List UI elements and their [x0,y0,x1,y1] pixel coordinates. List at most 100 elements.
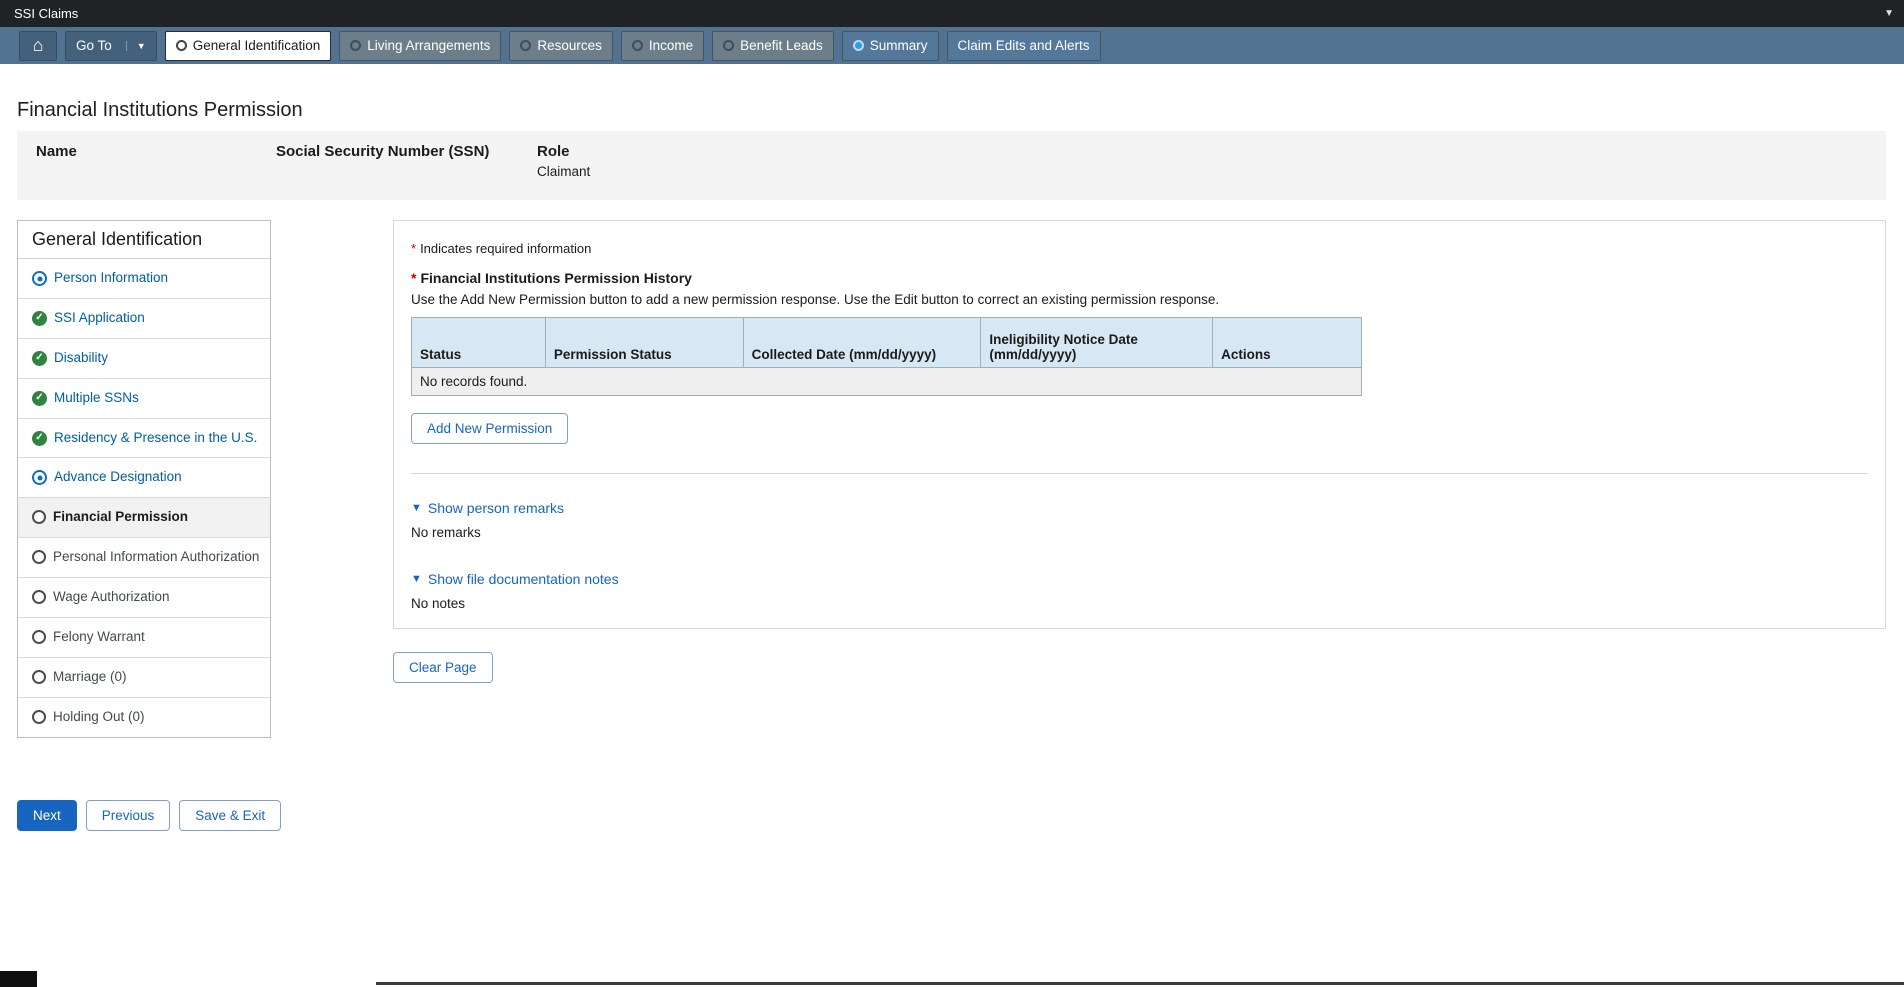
tab-claim-edits-and-alerts[interactable]: Claim Edits and Alerts [947,31,1101,61]
main-navbar: ⌂ Go To ▼ General Identification Living … [0,27,1904,64]
required-asterisk: * [411,270,416,286]
financial-permission-panel: *Indicates required information *Financi… [393,220,1886,629]
role-value: Claimant [537,164,590,179]
bottom-left-corner-block [0,971,37,987]
clear-page-button[interactable]: Clear Page [393,652,493,683]
tab-general-identification[interactable]: General Identification [165,31,332,61]
check-icon: ✓ [32,431,47,446]
sidebar-item-label: Disability [54,350,108,367]
toggle-label: Show file documentation notes [428,571,619,587]
chevron-down-icon: ▼ [411,502,422,514]
sidebar-item-label: Wage Authorization [53,589,170,606]
column-header-collected-date: Collected Date (mm/dd/yyyy) [743,318,981,368]
home-button[interactable]: ⌂ [19,31,57,61]
column-header-permission-status: Permission Status [545,318,743,368]
sidebar-item-disability[interactable]: ✓ Disability [18,339,270,379]
sidebar-item-label: Residency & Presence in the U.S. [54,430,257,447]
sidebar-item-label: Holding Out (0) [53,709,145,726]
permission-history-table: Status Permission Status Collected Date … [411,317,1362,396]
in-progress-icon [32,271,47,286]
person-remarks-content: No remarks [411,525,1868,540]
sidebar-title: General Identification [18,221,270,259]
sidebar-item-label: SSI Application [54,310,145,327]
goto-dropdown[interactable]: Go To ▼ [65,31,157,61]
sidebar-item-wage-authorization: Wage Authorization [18,578,270,618]
claimant-header-panel: Name Social Security Number (SSN) Role C… [17,131,1886,200]
sidebar-item-marriage: Marriage (0) [18,658,270,698]
check-icon: ✓ [32,351,47,366]
show-file-documentation-notes-toggle[interactable]: ▼ Show file documentation notes [411,571,619,587]
sidebar-item-person-information[interactable]: Person Information [18,259,270,299]
previous-button[interactable]: Previous [86,800,171,831]
required-asterisk: * [411,241,416,256]
ssn-label: Social Security Number (SSN) [276,143,489,160]
sidebar-item-personal-information-authorization: Personal Information Authorization [18,538,270,578]
clear-page-wrap: Clear Page [393,652,493,683]
sidebar-item-holding-out: Holding Out (0) [18,698,270,737]
goto-label: Go To [76,38,112,53]
tab-benefit-leads[interactable]: Benefit Leads [712,31,834,61]
next-button[interactable]: Next [17,800,77,831]
tab-income[interactable]: Income [621,31,704,61]
sidebar-item-advance-designation[interactable]: Advance Designation [18,458,270,498]
section-divider [411,473,1868,474]
wizard-buttons: Next Previous Save & Exit [17,800,281,831]
add-new-permission-button[interactable]: Add New Permission [411,413,568,444]
required-note-text: Indicates required information [420,241,591,256]
not-started-icon [32,670,46,684]
home-icon: ⌂ [33,35,44,56]
tab-summary[interactable]: Summary [842,31,939,61]
app-title: SSI Claims [14,6,78,21]
radio-icon [632,40,643,51]
save-exit-button[interactable]: Save & Exit [179,800,281,831]
tab-label: Summary [870,38,928,53]
toggle-label: Show person remarks [428,500,564,516]
name-label: Name [36,143,77,160]
sidebar-item-label: Financial Permission [53,509,188,526]
column-header-actions: Actions [1213,318,1362,368]
not-started-icon [32,710,46,724]
not-started-icon [32,550,46,564]
required-information-note: * Indicates required information [411,241,1868,256]
sidebar-item-label: Marriage (0) [53,669,127,686]
sidebar-item-residency-presence[interactable]: ✓ Residency & Presence in the U.S. [18,419,270,459]
tab-label: Claim Edits and Alerts [958,38,1090,53]
in-progress-icon [32,470,47,485]
tab-label: General Identification [193,38,321,53]
not-started-icon [32,590,46,604]
check-icon: ✓ [32,311,47,326]
sidebar-item-ssi-application[interactable]: ✓ SSI Application [18,299,270,339]
file-documentation-notes-content: No notes [411,596,1868,611]
tab-label: Resources [537,38,602,53]
page-title: Financial Institutions Permission [17,99,303,122]
tab-label: Benefit Leads [740,38,823,53]
sidebar-item-label: Felony Warrant [53,629,145,646]
radio-icon [723,40,734,51]
show-person-remarks-toggle[interactable]: ▼ Show person remarks [411,500,564,516]
role-label: Role [537,143,570,160]
radio-selected-icon [853,40,864,51]
chevron-down-icon: ▼ [126,41,146,51]
no-records-message: No records found. [412,368,1362,396]
table-row-empty: No records found. [412,368,1362,396]
sidebar-item-financial-permission: Financial Permission [18,498,270,538]
tab-living-arrangements[interactable]: Living Arrangements [339,31,501,61]
sidebar-item-label: Person Information [54,270,168,287]
radio-icon [350,40,361,51]
tab-label: Living Arrangements [367,38,490,53]
bottom-divider-line [376,982,1904,985]
sidebar-item-label: Advance Designation [54,469,182,486]
sidebar-item-multiple-ssns[interactable]: ✓ Multiple SSNs [18,379,270,419]
sidebar-item-label: Multiple SSNs [54,390,139,407]
radio-icon [176,40,187,51]
not-started-icon [32,630,46,644]
radio-icon [520,40,531,51]
check-icon: ✓ [32,391,47,406]
sidebar-item-felony-warrant: Felony Warrant [18,618,270,658]
tab-resources[interactable]: Resources [509,31,613,61]
sidebar-general-identification: General Identification Person Informatio… [17,220,271,738]
permission-history-title-text: Financial Institutions Permission Histor… [420,270,692,286]
column-header-ineligibility-notice-date: Ineligibility Notice Date (mm/dd/yyyy) [981,318,1213,368]
titlebar-caret-icon[interactable]: ▼ [1884,8,1894,19]
column-header-status: Status [412,318,546,368]
